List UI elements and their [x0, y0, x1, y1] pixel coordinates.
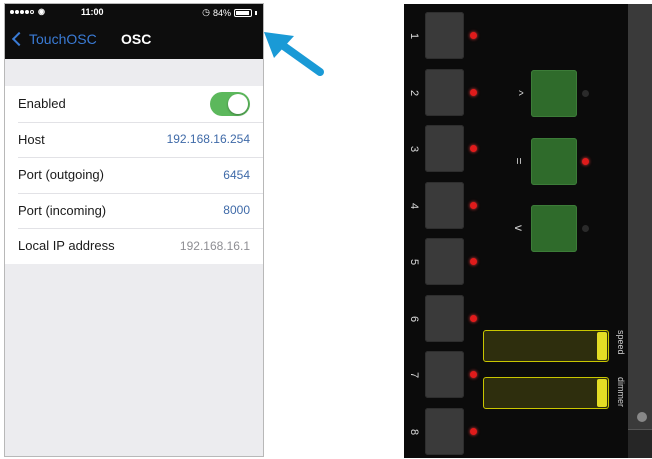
led-indicator [582, 225, 589, 232]
setting-row-host[interactable]: Host 192.168.16.254 [5, 121, 263, 158]
led-indicator [470, 314, 477, 322]
led-indicator [582, 90, 589, 97]
pad-number-label: 5 [408, 258, 420, 266]
push-pad-8[interactable] [425, 407, 464, 455]
setting-label: Local IP address [18, 238, 115, 254]
toggle-knob [228, 93, 248, 114]
port-outgoing-value[interactable]: 6454 [223, 168, 250, 182]
pad-number-label: 4 [408, 202, 420, 209]
enabled-toggle[interactable] [210, 91, 250, 116]
push-pad-7[interactable] [425, 351, 464, 398]
push-pad-3[interactable] [425, 125, 464, 172]
scroll-strip-bottom [628, 429, 652, 458]
fader-handle[interactable] [597, 332, 607, 360]
battery-icon [234, 8, 252, 17]
status-time: 11:00 [81, 7, 104, 17]
fader-handle[interactable] [597, 379, 607, 407]
push-pad-1[interactable] [425, 12, 464, 59]
control-symbol-label: ^ [512, 90, 526, 96]
battery-percent: 84% [212, 7, 231, 18]
chevron-left-icon [11, 31, 27, 47]
led-indicator [582, 158, 589, 165]
led-indicator [470, 258, 477, 265]
led-indicator [470, 201, 477, 209]
navigation-bar: TouchOSC OSC [5, 21, 263, 59]
control-symbol-label: = [512, 157, 526, 165]
setting-row-port-incoming[interactable]: Port (incoming) 8000 [5, 192, 263, 229]
screenshot-root: ◉ 11:00 ◷ 84% TouchOSC OSC Enabled Host … [0, 0, 652, 459]
pad-number-label: 8 [408, 428, 420, 435]
host-value[interactable]: 192.168.16.254 [167, 132, 250, 146]
back-button[interactable]: TouchOSC [11, 31, 97, 47]
setting-label: Host [18, 131, 45, 147]
fader-dimmer[interactable] [483, 377, 609, 409]
osc-settings-list: Enabled Host 192.168.16.254 Port (outgoi… [5, 86, 263, 264]
osc-settings-screen: ◉ 11:00 ◷ 84% TouchOSC OSC Enabled Host … [4, 3, 264, 457]
local-ip-value: 192.168.16.1 [179, 238, 250, 253]
pad-number-label: 7 [408, 371, 420, 379]
cell-signal-icon [10, 9, 34, 14]
setting-label: Enabled [18, 96, 66, 112]
arrow-pointer-icon [264, 32, 324, 76]
control-symbol-label: v [512, 225, 526, 231]
fader-label: speed [616, 330, 626, 355]
led-indicator [470, 32, 477, 39]
fader-label: dimmer [616, 377, 626, 408]
led-indicator [470, 88, 477, 96]
scroll-strip [628, 4, 652, 458]
push-pad-4[interactable] [425, 181, 464, 229]
page-title: OSC [121, 31, 152, 47]
alarm-icon: ◷ [202, 7, 210, 17]
led-indicator [470, 371, 477, 378]
signal-indicator: ◉ [10, 7, 45, 16]
push-pad-5[interactable] [425, 238, 464, 285]
battery-indicator: ◷ 84% [202, 7, 257, 18]
pad-number-label: 2 [408, 89, 420, 96]
push-pad-2[interactable] [425, 68, 464, 116]
control-pad-2[interactable] [531, 138, 577, 185]
home-button-icon[interactable] [637, 412, 647, 422]
touchosc-layout-screen: 1 2 3 4 5 6 7 8 ^ = v speed dimmer [404, 4, 652, 458]
pad-number-label: 1 [408, 32, 420, 40]
wifi-icon: ◉ [38, 7, 45, 16]
fader-speed[interactable] [483, 330, 609, 362]
setting-row-local-ip: Local IP address 192.168.16.1 [5, 228, 263, 264]
pad-number-label: 3 [408, 145, 420, 153]
led-indicator [470, 427, 477, 435]
port-incoming-value[interactable]: 8000 [223, 203, 250, 217]
setting-row-port-outgoing[interactable]: Port (outgoing) 6454 [5, 157, 263, 193]
back-button-label: TouchOSC [29, 31, 97, 47]
led-indicator [470, 145, 477, 152]
setting-label: Port (incoming) [18, 202, 107, 218]
control-pad-3[interactable] [531, 205, 577, 252]
setting-label: Port (outgoing) [18, 167, 104, 183]
control-pad-1[interactable] [531, 70, 577, 117]
setting-row-enabled: Enabled [5, 86, 263, 122]
push-pad-6[interactable] [425, 294, 464, 342]
pad-number-label: 6 [408, 315, 420, 322]
status-bar: ◉ 11:00 ◷ 84% [5, 4, 263, 21]
battery-tip [255, 10, 257, 15]
